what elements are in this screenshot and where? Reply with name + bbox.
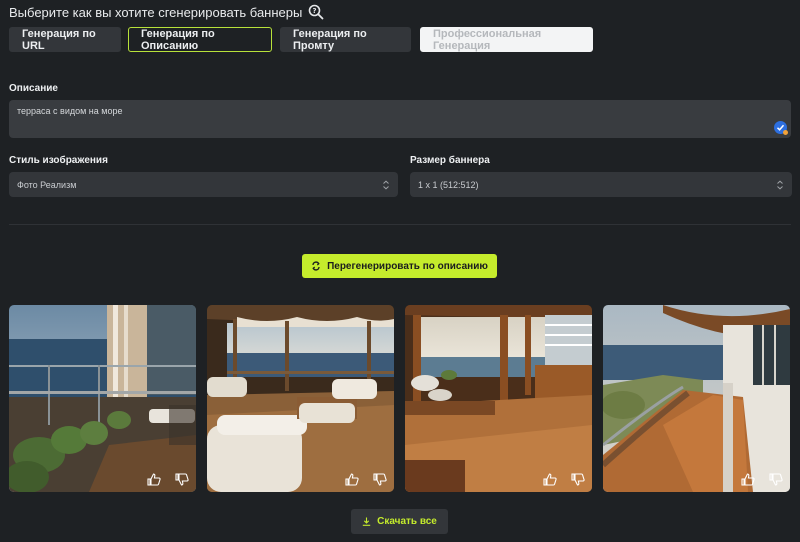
thumbs-down-icon[interactable] xyxy=(769,473,783,486)
image-feedback-actions xyxy=(147,473,189,486)
section-divider xyxy=(9,224,791,225)
download-all-button[interactable]: Скачать все xyxy=(351,509,448,534)
search-help-icon[interactable]: ? xyxy=(308,4,324,20)
generated-image-card[interactable] xyxy=(603,305,790,492)
page-title: Выберите как вы хотите сгенерировать бан… xyxy=(9,4,303,20)
generated-image-card[interactable] xyxy=(207,305,394,492)
download-icon xyxy=(362,517,371,526)
thumbs-down-icon[interactable] xyxy=(571,473,585,486)
description-input[interactable]: терраса с видом на море xyxy=(9,100,791,138)
chevron-updown-icon xyxy=(776,180,784,190)
thumbs-up-icon[interactable] xyxy=(543,473,557,486)
tab-generate-by-description[interactable]: Генерация по Описанию xyxy=(128,27,272,52)
image-feedback-actions xyxy=(345,473,387,486)
download-all-label: Скачать все xyxy=(377,516,437,527)
thumbs-up-icon[interactable] xyxy=(147,473,161,486)
image-style-value: Фото Реализм xyxy=(17,179,77,190)
image-style-label: Стиль изображения xyxy=(9,155,108,166)
image-feedback-actions xyxy=(543,473,585,486)
tab-generate-by-url[interactable]: Генерация по URL xyxy=(9,27,121,52)
tab-professional-generation[interactable]: Профессиональная Генерация xyxy=(420,27,593,52)
terrace-sea-view-image xyxy=(405,305,592,492)
thumbs-down-icon[interactable] xyxy=(175,473,189,486)
generated-image-card[interactable] xyxy=(405,305,592,492)
terrace-sea-view-image xyxy=(603,305,790,492)
thumbs-up-icon[interactable] xyxy=(741,473,755,486)
banner-size-select[interactable]: 1 x 1 (512:512) xyxy=(410,172,792,197)
banner-size-value: 1 x 1 (512:512) xyxy=(418,179,479,190)
image-style-select[interactable]: Фото Реализм xyxy=(9,172,398,197)
refresh-icon xyxy=(311,261,321,271)
check-badge-icon xyxy=(774,121,788,135)
generation-mode-tabs: Генерация по URL Генерация по Описанию Г… xyxy=(9,27,593,52)
image-feedback-actions xyxy=(741,473,783,486)
generated-images-gallery xyxy=(9,305,790,492)
chevron-updown-icon xyxy=(382,180,390,190)
tab-generate-by-prompt[interactable]: Генерация по Промту xyxy=(280,27,411,52)
terrace-sea-view-image xyxy=(9,305,196,492)
svg-text:?: ? xyxy=(313,7,317,15)
description-label: Описание xyxy=(9,83,58,94)
banner-size-label: Размер баннера xyxy=(410,155,490,166)
terrace-sea-view-image xyxy=(207,305,394,492)
regenerate-label: Перегенерировать по описанию xyxy=(327,260,488,272)
generated-image-card[interactable] xyxy=(9,305,196,492)
thumbs-down-icon[interactable] xyxy=(373,473,387,486)
regenerate-button[interactable]: Перегенерировать по описанию xyxy=(302,254,497,278)
description-value: терраса с видом на море xyxy=(17,106,123,116)
thumbs-up-icon[interactable] xyxy=(345,473,359,486)
page-header: Выберите как вы хотите сгенерировать бан… xyxy=(9,3,324,21)
